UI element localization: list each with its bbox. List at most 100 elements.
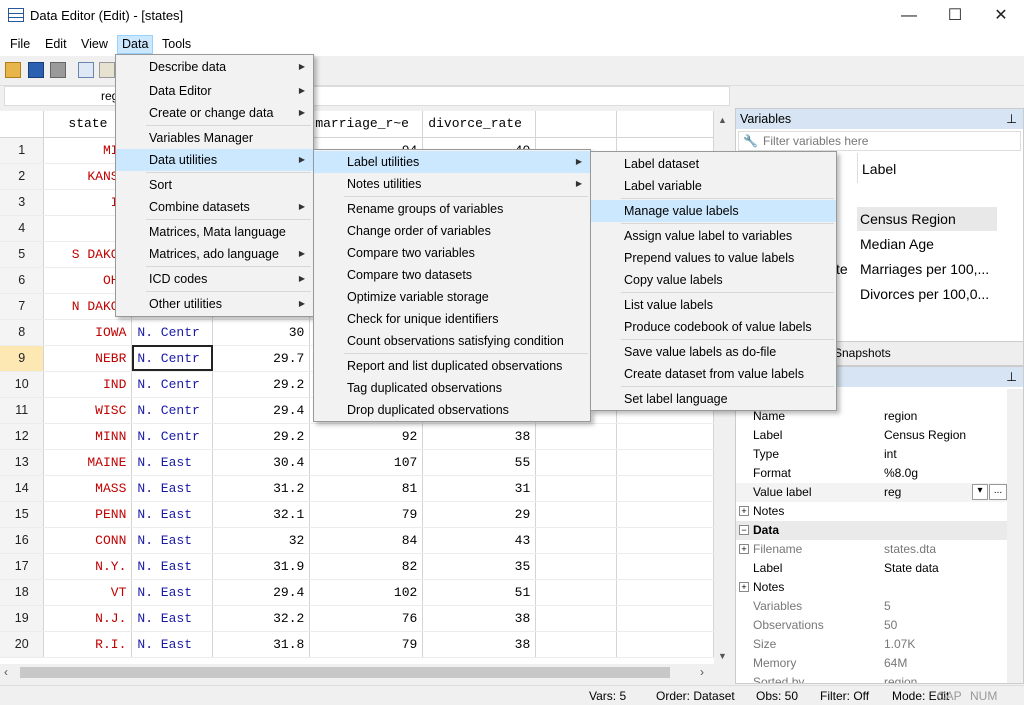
cell-empty[interactable] [616,579,714,606]
cell-empty[interactable] [535,449,618,476]
cell-region[interactable]: N. East [131,579,214,606]
label-utilities-item[interactable]: Save value labels as do-file [591,341,836,363]
data-menu-item[interactable]: Sort [116,174,313,196]
row-number[interactable]: 1 [0,137,45,164]
cell-empty[interactable] [616,553,714,580]
data-utilities-item[interactable]: Report and list duplicated observations [314,355,590,377]
cell-value-input[interactable]: reg [4,86,730,106]
prop-value[interactable]: %8.0g [884,466,918,480]
cell-empty[interactable] [616,449,714,476]
scroll-up-icon[interactable]: ▲ [718,115,727,125]
data-utilities-item[interactable]: Compare two variables [314,242,590,264]
cell-median-age[interactable]: 32.1 [212,501,311,528]
cell-marriage-rate[interactable]: 84 [309,527,424,554]
expand-icon[interactable]: + [739,582,749,592]
cell-empty[interactable] [616,631,714,658]
cell-state[interactable]: MASS [43,475,133,502]
prop-value[interactable]: int [884,447,897,461]
cell-marriage-rate[interactable]: 92 [309,423,424,450]
cell-state[interactable]: MINN [43,423,133,450]
data-menu-item[interactable]: Combine datasets ▶ [116,196,313,218]
data-menu-item[interactable]: Matrices, ado language ▶ [116,243,313,265]
menu-file[interactable]: File [6,35,34,54]
row-number[interactable]: 16 [0,527,45,554]
ellipsis-button[interactable]: ... [989,484,1007,500]
prop-value[interactable]: State data [884,561,939,575]
collapse-icon[interactable]: − [739,525,749,535]
label-utilities-item[interactable]: Label variable [591,175,836,197]
row-number[interactable]: 18 [0,579,45,606]
data-utilities-item[interactable]: Count observations satisfying condition [314,330,590,352]
print-icon[interactable] [50,62,66,78]
table-row[interactable]: 15 PENN N. East 32.1 79 29 [0,501,714,528]
cell-marriage-rate[interactable]: 76 [309,605,424,632]
cell-marriage-rate[interactable]: 79 [309,501,424,528]
value-label-dropdown[interactable]: reg [884,485,901,499]
cell-marriage-rate[interactable]: 102 [309,579,424,606]
menu-data[interactable]: Data [117,35,154,54]
row-number[interactable]: 3 [0,189,45,216]
table-row[interactable]: 16 CONN N. East 32 84 43 [0,527,714,554]
open-folder-icon[interactable] [5,62,21,78]
cell-median-age[interactable]: 30 [212,319,311,346]
save-disk-icon[interactable] [28,62,44,78]
data-utilities-item[interactable]: Notes utilities ▶ [314,173,590,195]
row-number[interactable]: 17 [0,553,45,580]
expand-icon[interactable]: + [739,506,749,516]
cell-state[interactable]: N.Y. [43,553,133,580]
cell-state[interactable]: VT [43,579,133,606]
scroll-right-icon[interactable]: › [700,665,704,679]
table-row[interactable]: 12 MINN N. Centr 29.2 92 38 [0,423,714,450]
scroll-left-icon[interactable]: ‹ [4,665,8,679]
cell-empty[interactable] [535,605,618,632]
data-menu-item[interactable]: Describe data ▶ [116,56,313,78]
horizontal-scrollbar[interactable]: ‹ › [0,664,714,681]
prop-value[interactable]: region [884,409,917,423]
label-utilities-item[interactable]: Prepend values to value labels [591,247,836,269]
variable-label-2[interactable]: Median Age [860,236,934,252]
table-row[interactable]: 13 MAINE N. East 30.4 107 55 [0,449,714,476]
data-menu-item[interactable]: Variables Manager [116,127,313,149]
cell-median-age[interactable]: 32 [212,527,311,554]
cell-state[interactable]: N.J. [43,605,133,632]
row-number[interactable]: 12 [0,423,45,450]
row-number[interactable]: 7 [0,293,45,320]
paste-icon[interactable] [99,62,115,78]
scroll-down-icon[interactable]: ▼ [718,651,727,661]
variable-label-1[interactable]: Census Region [860,211,956,227]
cell-divorce-rate[interactable]: 38 [422,631,537,658]
data-utilities-item[interactable]: Change order of variables [314,220,590,242]
cell-region[interactable]: N. East [131,527,214,554]
data-menu-item[interactable]: Matrices, Mata language [116,221,313,243]
dropdown-arrow-icon[interactable]: ▾ [972,484,988,500]
cell-median-age[interactable]: 30.4 [212,449,311,476]
table-row[interactable]: 18 VT N. East 29.4 102 51 [0,579,714,606]
cell-divorce-rate[interactable]: 29 [422,501,537,528]
cell-empty[interactable] [616,605,714,632]
cell-empty[interactable] [535,527,618,554]
cell-state[interactable]: PENN [43,501,133,528]
cell-median-age[interactable]: 29.4 [212,397,311,424]
cell-region[interactable]: N. East [131,605,214,632]
cell-empty[interactable] [535,475,618,502]
data-utilities-item[interactable]: Check for unique identifiers [314,308,590,330]
label-utilities-item[interactable]: List value labels [591,294,836,316]
cell-marriage-rate[interactable]: 79 [309,631,424,658]
data-utilities-item[interactable]: Optimize variable storage [314,286,590,308]
column-header-divorce-rate[interactable]: divorce_rate [422,111,537,138]
row-number[interactable]: 5 [0,241,45,268]
cell-divorce-rate[interactable]: 55 [422,449,537,476]
data-menu-item[interactable]: ICD codes ▶ [116,268,313,290]
close-button[interactable]: ✕ [978,0,1024,32]
cell-state[interactable]: MAINE [43,449,133,476]
row-number[interactable]: 14 [0,475,45,502]
menu-tools[interactable]: Tools [158,35,195,54]
cell-divorce-rate[interactable]: 43 [422,527,537,554]
cell-empty[interactable] [616,501,714,528]
table-row[interactable]: 17 N.Y. N. East 31.9 82 35 [0,553,714,580]
cell-divorce-rate[interactable]: 38 [422,423,537,450]
cell-median-age[interactable]: 29.4 [212,579,311,606]
cell-marriage-rate[interactable]: 81 [309,475,424,502]
label-column-header[interactable]: Label [857,153,1023,183]
cell-region[interactable]: N. Centr [131,319,214,346]
